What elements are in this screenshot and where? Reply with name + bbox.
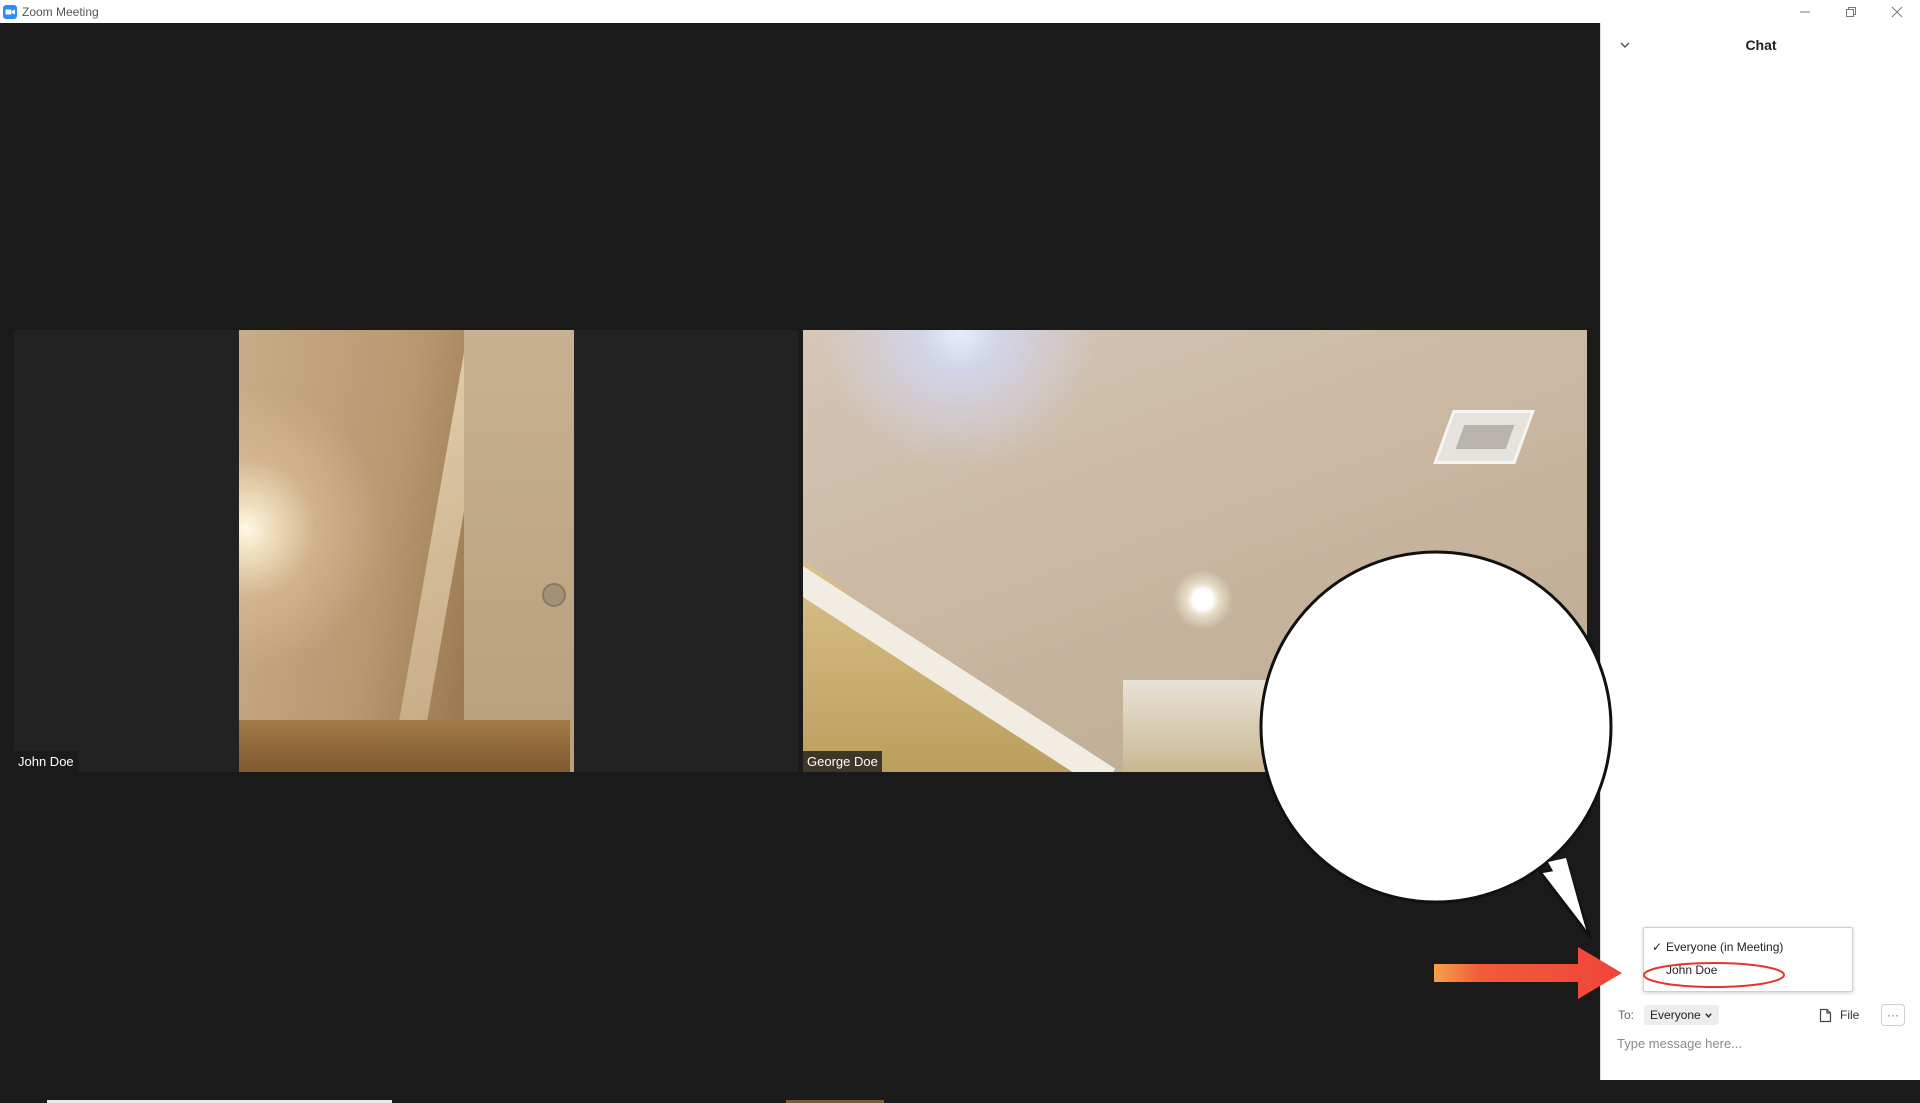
option-label: John Doe [1666, 963, 1718, 977]
window-title: Zoom Meeting [22, 4, 99, 19]
file-icon [1819, 1008, 1832, 1022]
participant-name-label: John Doe [14, 751, 78, 772]
video-tile-john[interactable]: John Doe [14, 330, 798, 772]
close-button[interactable] [1874, 0, 1920, 23]
file-button[interactable]: File [1819, 1008, 1859, 1023]
recipient-value: Everyone [1650, 1008, 1701, 1022]
minimize-button[interactable] [1782, 0, 1828, 23]
dropdown-option-john-doe[interactable]: John Doe [1644, 958, 1852, 982]
recipient-dropdown-menu: ✓ Everyone (in Meeting) John Doe [1643, 927, 1853, 992]
more-options-button[interactable]: ··· [1881, 1004, 1905, 1026]
video-gallery: John Doe George Doe [0, 23, 1600, 1103]
restore-button[interactable] [1828, 0, 1874, 23]
option-label: Everyone (in Meeting) [1666, 940, 1784, 954]
restore-icon [1846, 6, 1856, 17]
close-icon [1891, 6, 1903, 17]
recipient-dropdown-button[interactable]: Everyone [1644, 1005, 1719, 1025]
video-feed [239, 330, 574, 772]
chat-recipient-row: To: Everyone File ··· [1601, 1000, 1920, 1030]
to-label: To: [1618, 1008, 1635, 1022]
chat-panel: Chat To: Everyone File ··· [1600, 23, 1920, 1080]
more-icon: ··· [1887, 1008, 1899, 1022]
chat-message-input[interactable] [1617, 1033, 1905, 1053]
window-controls [1782, 0, 1920, 23]
minimize-icon [1800, 11, 1810, 12]
chevron-down-icon [1705, 1012, 1712, 1018]
title-bar: Zoom Meeting [0, 0, 1920, 23]
video-tile-george[interactable]: George Doe [803, 330, 1587, 772]
participant-name-label: George Doe [803, 751, 882, 772]
zoom-camera-icon [3, 4, 17, 19]
chevron-down-icon[interactable] [1617, 37, 1633, 53]
chat-title: Chat [1745, 37, 1777, 53]
chat-header: Chat [1601, 23, 1920, 67]
dropdown-option-everyone[interactable]: ✓ Everyone (in Meeting) [1644, 935, 1852, 959]
checkmark-icon: ✓ [1651, 940, 1662, 954]
file-label: File [1840, 1008, 1860, 1022]
